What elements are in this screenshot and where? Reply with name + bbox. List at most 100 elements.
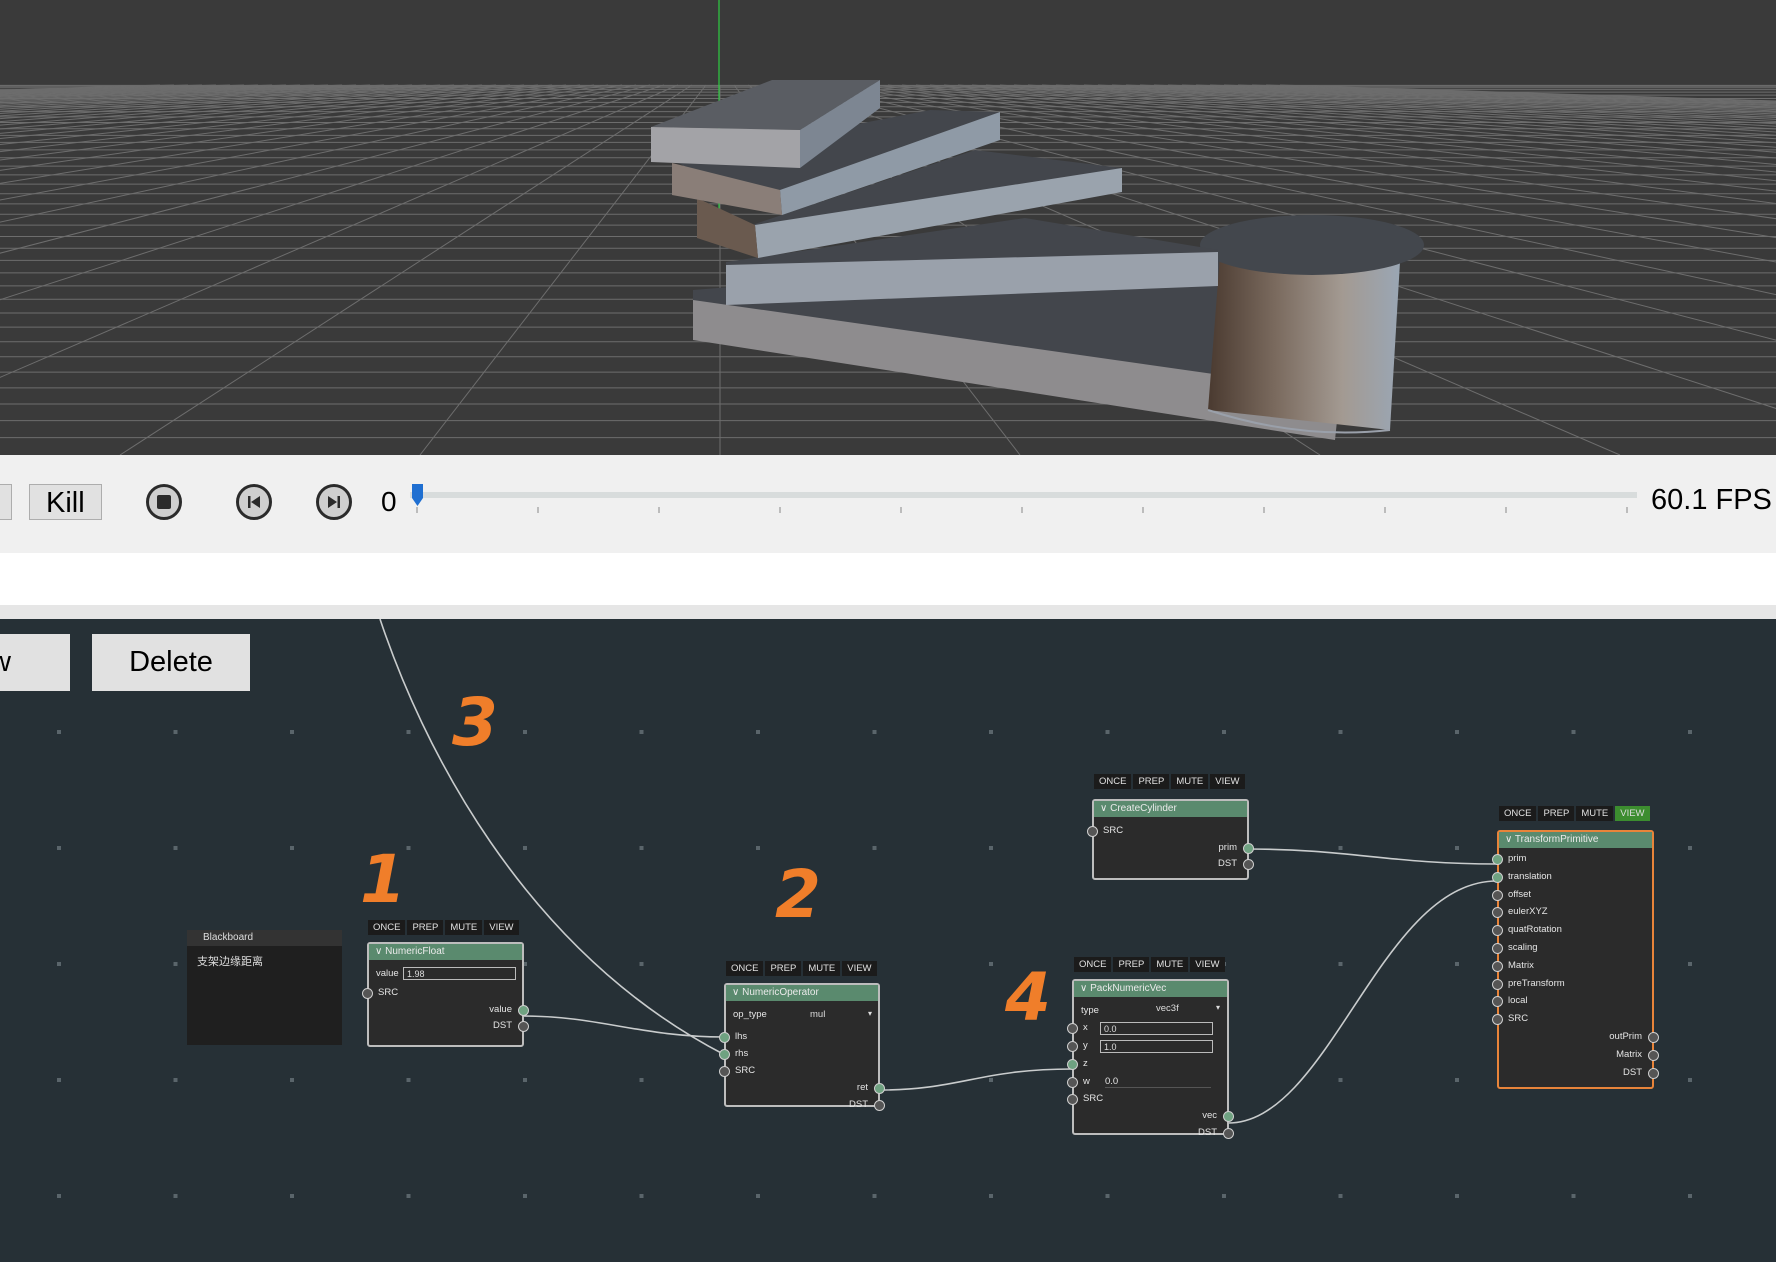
new-button-partial[interactable]: w xyxy=(0,634,70,691)
once-toggle[interactable]: ONCE xyxy=(368,920,406,935)
spacer-panel xyxy=(0,553,1776,605)
transformprimitive-flags: ONCE PREP MUTE VIEW xyxy=(1499,806,1650,821)
createcylinder-flags: ONCE PREP MUTE VIEW xyxy=(1094,774,1245,789)
delete-button[interactable]: Delete xyxy=(92,634,250,691)
cylinder xyxy=(1200,215,1424,434)
src-label: SRC xyxy=(735,1065,756,1076)
prev-frame-button[interactable] xyxy=(236,484,272,520)
node-editor[interactable]: w Delete 3 1 2 4 Blackboard 支架边缘距离 ONCE … xyxy=(0,619,1776,1262)
once-toggle[interactable]: ONCE xyxy=(1074,957,1112,972)
src-label: SRC xyxy=(1083,1093,1104,1104)
panel-splitter[interactable] xyxy=(0,605,1776,620)
value-field[interactable]: 1.98 xyxy=(403,967,516,980)
prep-toggle[interactable]: PREP xyxy=(1113,957,1150,972)
3d-viewport[interactable] xyxy=(0,0,1776,455)
frame-slider[interactable] xyxy=(405,477,1645,517)
x-label: x xyxy=(1083,1022,1088,1033)
input-socket-src[interactable] xyxy=(1492,1014,1503,1026)
src-socket[interactable] xyxy=(362,988,373,999)
output-label-outprim: outPrim xyxy=(1609,1031,1642,1042)
src-socket[interactable] xyxy=(1067,1094,1078,1105)
prep-toggle[interactable]: PREP xyxy=(1538,806,1575,821)
w-field[interactable]: 0.0 xyxy=(1105,1076,1211,1088)
output-label-dst: DST xyxy=(1623,1066,1642,1078)
node-title: PackNumericVec xyxy=(1074,981,1227,997)
node-packnumericvec[interactable]: PackNumericVec type vec3f x 0.0 y 1.0 z … xyxy=(1067,979,1234,1139)
x-field[interactable]: 0.0 xyxy=(1100,1022,1213,1035)
blackboard-text[interactable]: 支架边缘距离 xyxy=(187,946,342,976)
value-out-socket[interactable] xyxy=(518,1005,529,1016)
src-socket[interactable] xyxy=(719,1066,730,1077)
op-type-select[interactable]: mul xyxy=(810,1009,872,1020)
once-toggle[interactable]: ONCE xyxy=(1094,774,1132,789)
output-socket-matrix[interactable] xyxy=(1648,1049,1659,1061)
once-toggle[interactable]: ONCE xyxy=(726,961,764,976)
node-title: NumericOperator xyxy=(726,985,878,1001)
prim-socket[interactable] xyxy=(1243,843,1254,854)
node-title: NumericFloat xyxy=(369,944,522,960)
input-socket-scaling[interactable] xyxy=(1492,943,1503,954)
fps-readout: 60.1 FPS | xyxy=(1651,484,1772,516)
mute-toggle[interactable]: MUTE xyxy=(1576,806,1614,821)
output-socket-outprim[interactable] xyxy=(1648,1032,1659,1043)
input-socket-translation[interactable] xyxy=(1492,871,1503,883)
run-button-partial[interactable] xyxy=(0,484,12,520)
y-field[interactable]: 1.0 xyxy=(1100,1040,1213,1053)
input-socket-offset[interactable] xyxy=(1492,889,1503,901)
output-socket-dst[interactable] xyxy=(1648,1067,1659,1079)
dst-socket[interactable] xyxy=(518,1021,529,1032)
input-socket-pretransform[interactable] xyxy=(1492,978,1503,990)
stop-button[interactable] xyxy=(146,484,182,520)
vec-socket[interactable] xyxy=(1223,1111,1234,1122)
wire-value-lhs xyxy=(522,1015,726,1038)
view-toggle[interactable]: VIEW xyxy=(1615,806,1650,821)
rhs-label: rhs xyxy=(735,1048,749,1059)
input-socket-matrix[interactable] xyxy=(1492,960,1503,972)
w-socket[interactable] xyxy=(1067,1077,1078,1088)
view-toggle[interactable]: VIEW xyxy=(484,920,519,935)
viewport-scene xyxy=(0,0,1776,455)
input-socket-eulerxyz[interactable] xyxy=(1492,907,1503,919)
input-label-translation: translation xyxy=(1508,870,1552,882)
next-frame-button[interactable] xyxy=(316,484,352,520)
dst-label: DST xyxy=(1198,1127,1217,1138)
annotation-2: 2 xyxy=(775,856,821,933)
mute-toggle[interactable]: MUTE xyxy=(1151,957,1189,972)
node-createcylinder[interactable]: CreateCylinder SRC prim DST xyxy=(1087,799,1254,880)
dst-socket[interactable] xyxy=(874,1100,885,1111)
node-transformprimitive[interactable]: TransformPrimitive prim translation offset… xyxy=(1492,830,1659,1089)
mute-toggle[interactable]: MUTE xyxy=(803,961,841,976)
src-socket[interactable] xyxy=(1087,826,1098,837)
input-socket-prim[interactable] xyxy=(1492,854,1503,865)
prep-toggle[interactable]: PREP xyxy=(1133,774,1170,789)
lhs-socket[interactable] xyxy=(719,1032,730,1043)
node-title: TransformPrimitive xyxy=(1499,832,1652,848)
wires xyxy=(379,619,1498,1124)
kill-button[interactable]: Kill xyxy=(29,484,102,520)
prep-toggle[interactable]: PREP xyxy=(765,961,802,976)
once-toggle[interactable]: ONCE xyxy=(1499,806,1537,821)
prep-toggle[interactable]: PREP xyxy=(407,920,444,935)
view-toggle[interactable]: VIEW xyxy=(1210,774,1245,789)
view-toggle[interactable]: VIEW xyxy=(842,961,877,976)
mute-toggle[interactable]: MUTE xyxy=(445,920,483,935)
view-toggle[interactable]: VIEW xyxy=(1190,957,1225,972)
annotation-3: 3 xyxy=(452,684,498,761)
type-select[interactable]: vec3f xyxy=(1156,1003,1220,1014)
dst-socket[interactable] xyxy=(1223,1128,1234,1139)
input-label-eulerxyz: eulerXYZ xyxy=(1508,906,1548,918)
rhs-socket[interactable] xyxy=(719,1049,730,1060)
input-socket-quatrotation[interactable] xyxy=(1492,925,1503,937)
node-numericoperator[interactable]: NumericOperator op_type mul lhs rhs SRC … xyxy=(719,983,885,1111)
y-socket[interactable] xyxy=(1067,1041,1078,1052)
input-socket-local[interactable] xyxy=(1492,996,1503,1008)
z-socket[interactable] xyxy=(1067,1059,1078,1070)
blackboard[interactable]: Blackboard 支架边缘距离 xyxy=(187,930,342,1045)
ret-socket[interactable] xyxy=(874,1083,885,1094)
dst-socket[interactable] xyxy=(1243,859,1254,870)
node-numericfloat[interactable]: NumericFloat value 1.98 SRC value DST xyxy=(362,942,529,1047)
x-socket[interactable] xyxy=(1067,1023,1078,1034)
slider-handle[interactable] xyxy=(412,484,423,506)
wire-prim-prim xyxy=(1246,848,1498,865)
mute-toggle[interactable]: MUTE xyxy=(1171,774,1209,789)
